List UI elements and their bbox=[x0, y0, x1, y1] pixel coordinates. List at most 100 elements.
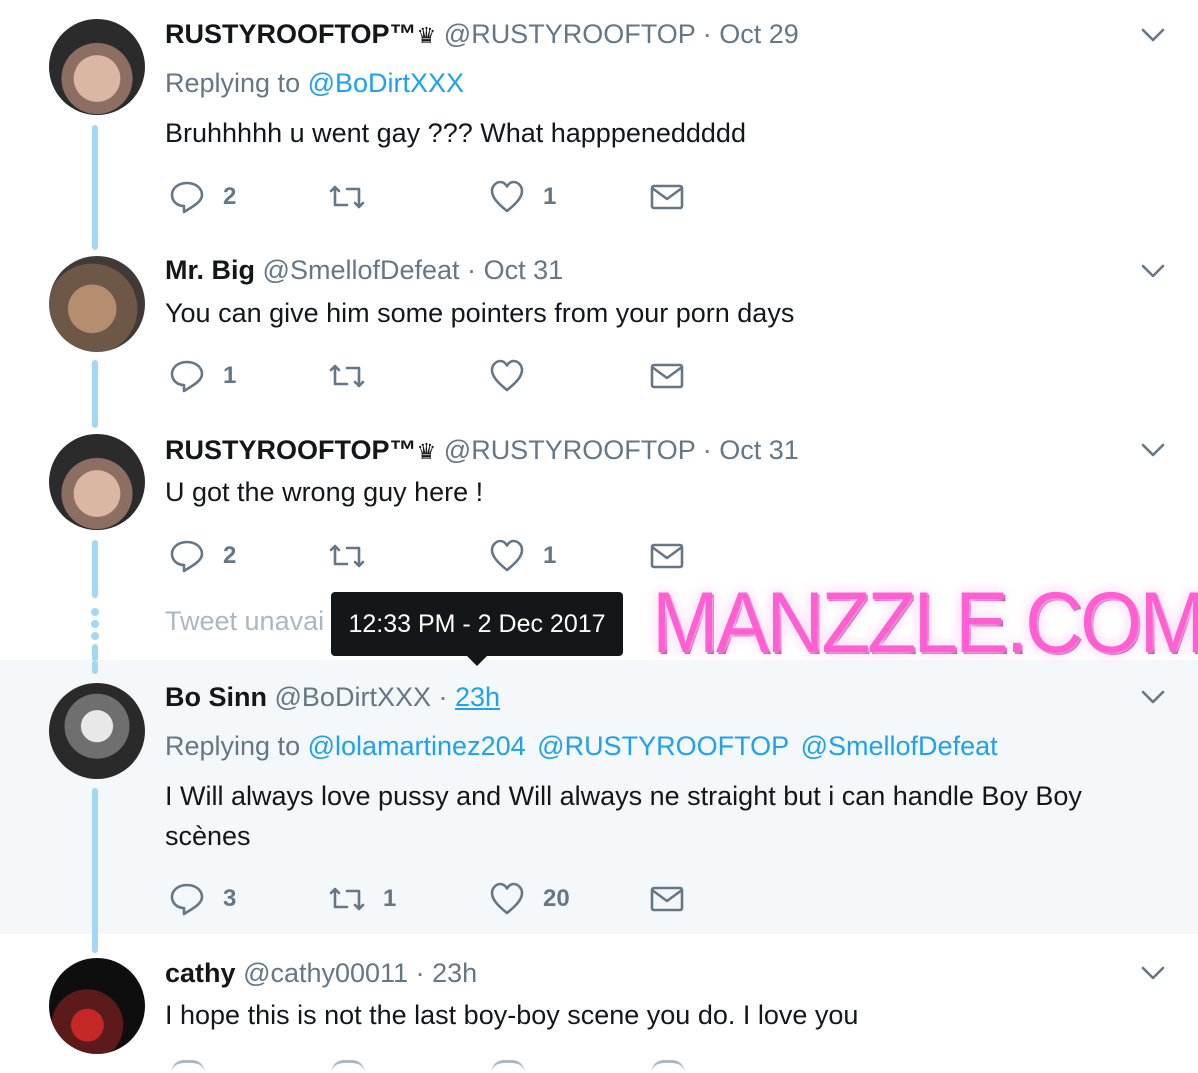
display-name[interactable]: Mr. Big bbox=[165, 255, 255, 285]
tweet-header: RUSTYROOFTOP™♛ @RUSTYROOFTOP · Oct 31 bbox=[165, 434, 799, 468]
thread-dot bbox=[91, 620, 99, 628]
tweet-header: Bo Sinn @BoDirtXXX · 23h bbox=[165, 681, 500, 713]
display-name[interactable]: RUSTYROOFTOP™ bbox=[165, 435, 417, 465]
tweet-text: I Will always love pussy and Will always… bbox=[165, 776, 1155, 856]
thread-line bbox=[92, 540, 98, 598]
user-handle[interactable]: @BoDirtXXX bbox=[275, 682, 431, 712]
reply-button[interactable]: 2 bbox=[169, 536, 236, 576]
tweet-text: U got the wrong guy here ! bbox=[165, 477, 484, 507]
tooltip-arrow bbox=[466, 655, 488, 666]
thread-dot bbox=[91, 632, 99, 640]
thread-line bbox=[92, 360, 98, 428]
message-button[interactable] bbox=[649, 536, 685, 576]
mention-link[interactable]: @lolamartinez204 bbox=[308, 731, 526, 761]
tweet-text-line: I Will always love pussy and Will always… bbox=[165, 781, 1082, 811]
display-name[interactable]: cathy bbox=[165, 958, 236, 988]
timestamp-tooltip: 12:33 PM - 2 Dec 2017 bbox=[331, 592, 623, 656]
chevron-down-icon[interactable] bbox=[1140, 437, 1166, 463]
like-button[interactable]: 1 bbox=[489, 536, 556, 576]
heart-icon bbox=[490, 359, 524, 392]
like-button[interactable]: 1 bbox=[489, 177, 556, 217]
timestamp[interactable]: Oct 29 bbox=[719, 19, 799, 49]
timestamp[interactable]: Oct 31 bbox=[484, 255, 564, 285]
replying-to: Replying to @lolamartinez204 @RUSTYROOFT… bbox=[165, 731, 1002, 762]
reply-button[interactable]: 2 bbox=[169, 177, 236, 217]
mention-link[interactable]: @SmellofDefeat bbox=[801, 731, 998, 761]
retweet-count: 1 bbox=[383, 885, 397, 912]
reply-icon bbox=[170, 360, 204, 393]
avatar[interactable] bbox=[49, 958, 145, 1054]
like-count: 1 bbox=[543, 183, 557, 210]
separator: · bbox=[438, 682, 448, 712]
retweet-button[interactable] bbox=[329, 177, 383, 217]
timestamp[interactable]: 23h bbox=[455, 682, 500, 712]
chevron-down-icon[interactable] bbox=[1140, 960, 1166, 986]
display-name[interactable]: RUSTYROOFTOP™ bbox=[165, 19, 417, 49]
crown-icon: ♛ bbox=[416, 23, 437, 48]
tweet-text: Bruhhhhh u went gay ??? What happpeneddd… bbox=[165, 118, 746, 148]
avatar[interactable] bbox=[49, 434, 145, 530]
tweet-text-line: scènes bbox=[165, 821, 251, 851]
reply-button[interactable]: 3 bbox=[169, 879, 236, 919]
like-button[interactable] bbox=[489, 356, 543, 396]
separator: · bbox=[702, 19, 712, 49]
timestamp[interactable]: 23h bbox=[432, 958, 477, 988]
display-name[interactable]: Bo Sinn bbox=[165, 682, 267, 712]
retweet-icon bbox=[329, 185, 365, 209]
tweet-actions: 2 1 bbox=[165, 536, 725, 576]
chevron-down-icon[interactable] bbox=[1140, 258, 1166, 284]
retweet-icon bbox=[329, 887, 365, 911]
reply-count: 2 bbox=[223, 542, 237, 569]
replying-to: Replying to @BoDirtXXX bbox=[165, 68, 468, 99]
retweet-button[interactable] bbox=[329, 536, 383, 576]
chevron-down-icon[interactable] bbox=[1140, 684, 1166, 710]
replying-label: Replying to bbox=[165, 731, 301, 761]
tweet-header: cathy @cathy00011 · 23h bbox=[165, 957, 477, 989]
avatar[interactable] bbox=[49, 683, 145, 779]
message-button[interactable] bbox=[649, 177, 685, 217]
reply-button[interactable]: 1 bbox=[169, 356, 236, 396]
tweet-actions: 1 bbox=[165, 356, 725, 396]
heart-icon bbox=[490, 539, 524, 572]
user-handle[interactable]: @cathy00011 bbox=[243, 958, 408, 988]
thread-line bbox=[92, 660, 98, 674]
replying-label: Replying to bbox=[165, 68, 301, 98]
thread-line bbox=[92, 125, 98, 250]
message-button[interactable] bbox=[649, 356, 685, 396]
tweet-header: RUSTYROOFTOP™♛ @RUSTYROOFTOP · Oct 29 bbox=[165, 18, 799, 52]
like-count: 1 bbox=[543, 542, 557, 569]
reply-icon bbox=[170, 883, 204, 916]
like-count: 20 bbox=[543, 885, 570, 912]
envelope-icon bbox=[650, 886, 684, 912]
reply-icon bbox=[170, 181, 204, 214]
tweet-header: Mr. Big @SmellofDefeat · Oct 31 bbox=[165, 254, 563, 286]
tweet-actions-partial bbox=[165, 1060, 725, 1070]
reply-count: 3 bbox=[223, 885, 237, 912]
retweet-icon bbox=[329, 544, 365, 568]
tweet-unavailable: Tweet unavai bbox=[165, 606, 325, 636]
message-button[interactable] bbox=[649, 879, 685, 919]
mention-link[interactable]: @RUSTYROOFTOP bbox=[537, 731, 789, 761]
envelope-icon bbox=[650, 363, 684, 389]
heart-icon bbox=[490, 882, 524, 915]
avatar[interactable] bbox=[49, 19, 145, 115]
separator: · bbox=[467, 255, 477, 285]
retweet-icon bbox=[329, 364, 365, 388]
tweet-actions: 3 1 20 bbox=[165, 879, 725, 919]
avatar[interactable] bbox=[49, 256, 145, 352]
mention-link[interactable]: @BoDirtXXX bbox=[308, 68, 464, 98]
retweet-button[interactable]: 1 bbox=[329, 879, 396, 919]
heart-icon bbox=[490, 180, 524, 213]
retweet-button[interactable] bbox=[329, 356, 383, 396]
watermark-logo: MANZZLE.COM bbox=[652, 575, 1198, 671]
user-handle[interactable]: @SmellofDefeat bbox=[263, 255, 460, 285]
user-handle[interactable]: @RUSTYROOFTOP bbox=[444, 19, 695, 49]
thread-dot bbox=[91, 608, 99, 616]
timestamp[interactable]: Oct 31 bbox=[719, 435, 799, 465]
chevron-down-icon[interactable] bbox=[1140, 22, 1166, 48]
reply-icon bbox=[170, 540, 204, 573]
user-handle[interactable]: @RUSTYROOFTOP bbox=[444, 435, 695, 465]
like-button[interactable]: 20 bbox=[489, 879, 570, 919]
envelope-icon bbox=[650, 184, 684, 210]
tweet-actions: 2 1 bbox=[165, 177, 725, 217]
